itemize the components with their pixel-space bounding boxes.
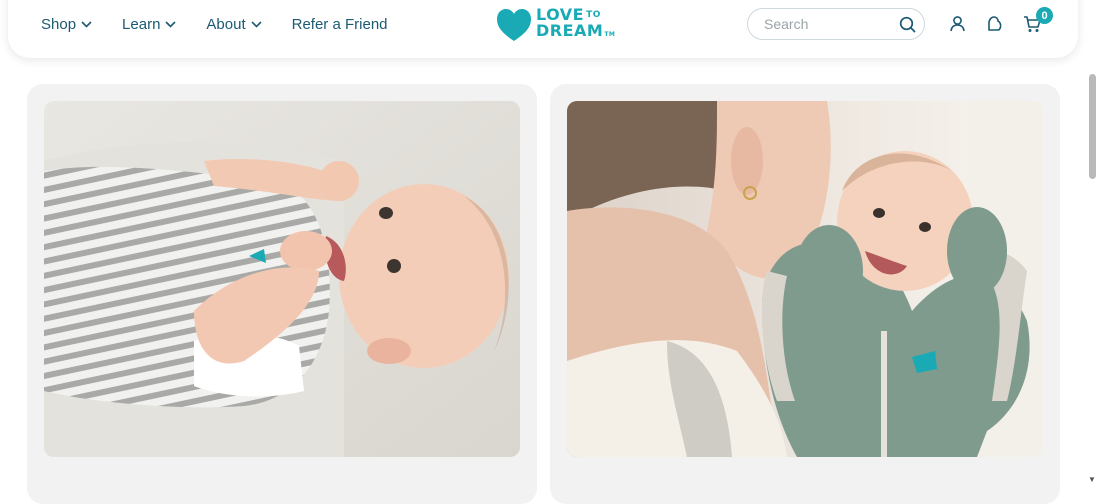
search-input[interactable] <box>762 15 899 33</box>
mother-and-baby-image[interactable] <box>567 101 1043 457</box>
logo-trademark: TM <box>604 31 616 38</box>
heart-logo-icon <box>497 9 531 41</box>
sleep-bag-icon[interactable] <box>986 15 1003 32</box>
chevron-down-icon <box>165 21 176 28</box>
account-icon[interactable] <box>949 15 966 32</box>
brand-logo[interactable]: LOVE TO DREAMTM <box>496 7 615 43</box>
nav-learn[interactable]: Learn <box>122 16 176 33</box>
nav-shop-label: Shop <box>41 16 77 33</box>
chevron-down-icon <box>251 21 262 28</box>
logo-word-to: TO <box>586 10 601 20</box>
nav-about[interactable]: About <box>206 16 262 33</box>
vertical-scrollbar[interactable]: ▼ <box>1084 68 1100 487</box>
cart-count-badge: 0 <box>1036 7 1053 24</box>
search-box <box>747 8 925 40</box>
logo-word-dream: DREAM <box>536 21 604 40</box>
nav-shop[interactable]: Shop <box>41 16 92 33</box>
scrollbar-thumb[interactable] <box>1089 74 1096 179</box>
search-icon[interactable] <box>899 16 916 33</box>
baby-lying-image[interactable] <box>44 101 520 457</box>
main-nav: Shop Learn About Refer a Friend <box>41 16 418 33</box>
site-header: Shop Learn About Refer a Friend LOVETO <box>8 0 1078 58</box>
chevron-down-icon <box>81 21 92 28</box>
nav-refer-label: Refer a Friend <box>291 16 388 33</box>
product-card[interactable] <box>27 84 537 504</box>
scroll-down-arrow-icon[interactable]: ▼ <box>1088 475 1096 484</box>
nav-about-label: About <box>206 16 246 33</box>
nav-refer-a-friend[interactable]: Refer a Friend <box>292 16 388 33</box>
product-card[interactable] <box>550 84 1060 504</box>
nav-learn-label: Learn <box>122 16 161 33</box>
